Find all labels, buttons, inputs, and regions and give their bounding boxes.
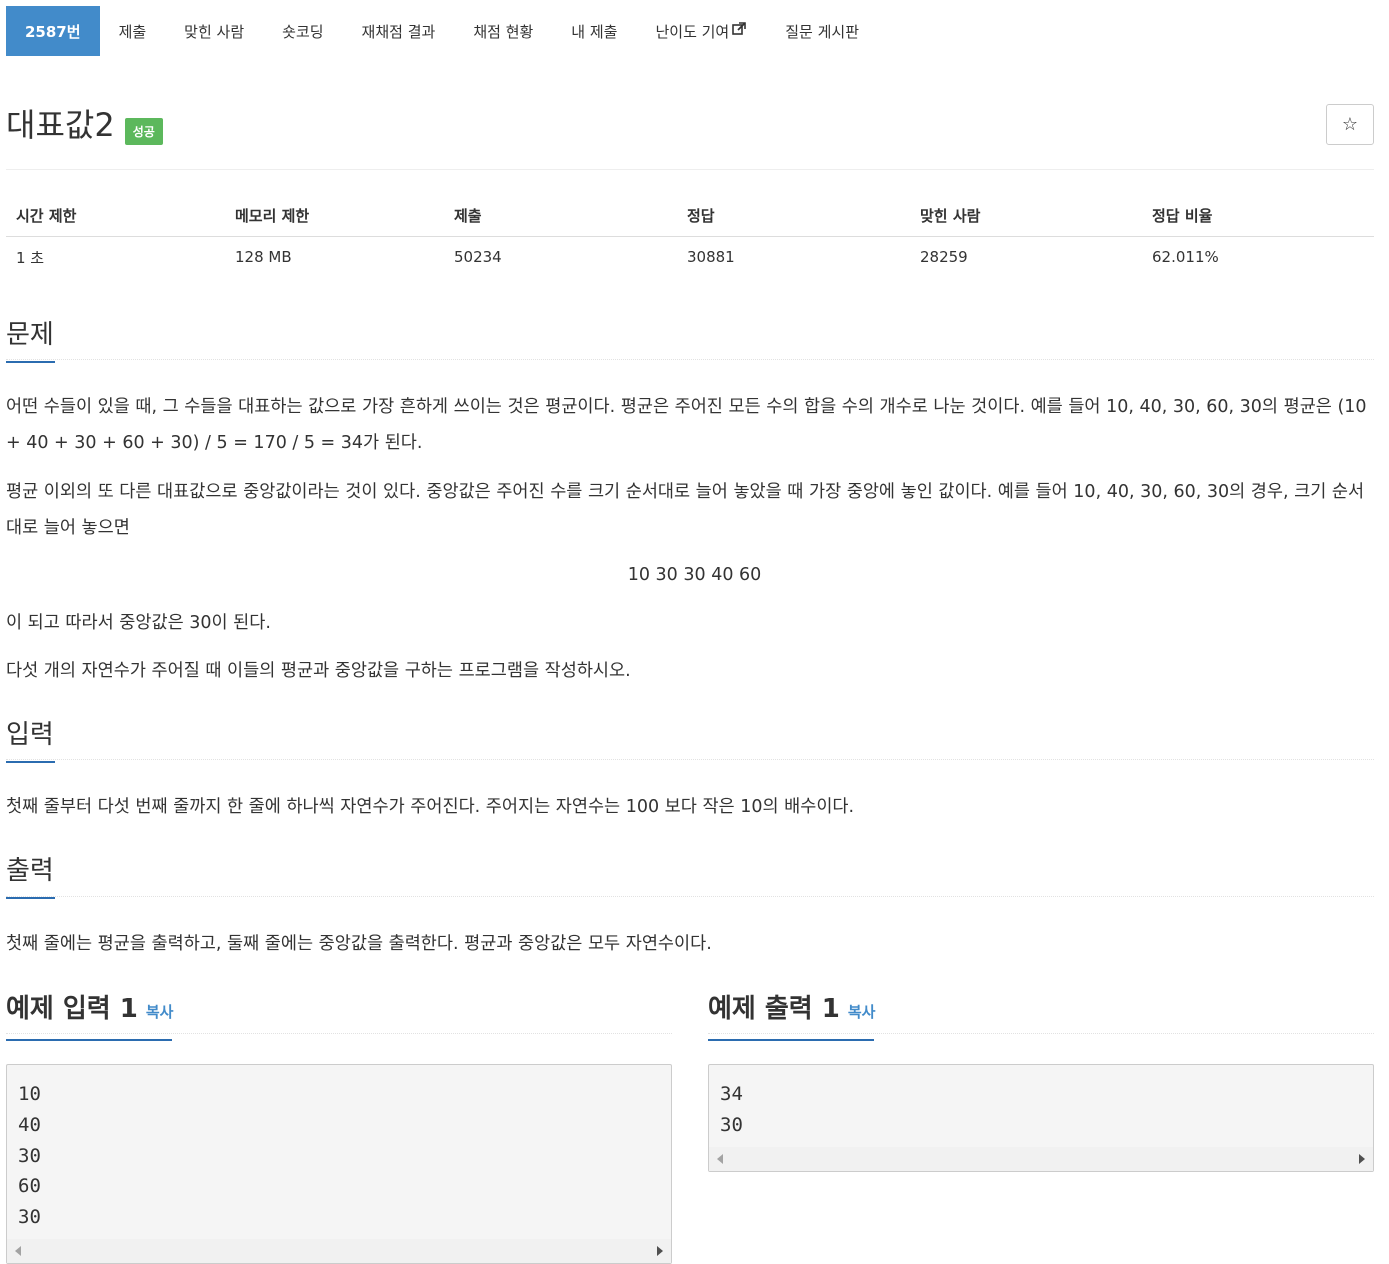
header-submissions: 제출	[444, 195, 677, 237]
accept-ratio-value: 62.011%	[1152, 248, 1219, 267]
problem-info-table: 시간 제한 메모리 제한 제출 정답 맞힌 사람 정답 비율 1 초 128 M…	[6, 195, 1374, 278]
section-underline	[6, 897, 55, 899]
code-line: 34	[720, 1083, 743, 1105]
memory-limit-value: 128 MB	[235, 248, 292, 267]
section-divider	[6, 896, 1374, 897]
tab-label: 내 제출	[571, 22, 618, 41]
code-line: 30	[18, 1206, 41, 1229]
sorted-numbers-line: 10 30 30 40 60	[627, 565, 762, 585]
accepted-value: 30881	[687, 248, 735, 267]
time-limit-value: 1 초	[16, 248, 45, 267]
output-description: 첫째 줄에는 평균을 출력하고, 둘째 줄에는 중앙값을 출력한다. 평균과 중…	[6, 934, 712, 954]
section-divider	[6, 759, 1374, 760]
section-title-text: 문제	[6, 320, 54, 350]
tab-question-board[interactable]: 질문 게시판	[766, 6, 878, 56]
tab-label: 난이도 기여	[655, 22, 730, 41]
section-underline	[6, 761, 55, 763]
status-badge: 성공	[124, 117, 163, 145]
code-line: 10	[18, 1083, 41, 1105]
code-line: 30	[18, 1144, 41, 1167]
tab-judge-status[interactable]: 채점 현황	[454, 6, 552, 56]
section-underline	[708, 1039, 874, 1041]
section-divider	[708, 1033, 1374, 1034]
sample-output-title: 예제 출력 1 복사	[708, 988, 876, 1041]
problem-title-row: 대표값2 성공	[6, 104, 163, 146]
sample-title-text: 예제 입력 1	[6, 994, 138, 1024]
favorite-star-button[interactable]: ☆	[1326, 104, 1374, 145]
tab-label: 질문 게시판	[785, 22, 860, 41]
header-memory-limit: 메모리 제한	[225, 195, 444, 237]
section-underline	[6, 1039, 172, 1041]
table-row: 1 초 128 MB 50234 30881 28259 62.011%	[6, 236, 1374, 278]
problem-paragraph-1: 어떤 수들이 있을 때, 그 수들을 대표하는 값으로 가장 흔하게 쓰이는 것…	[6, 397, 1367, 453]
header-accept-ratio: 정답 비율	[1142, 195, 1374, 237]
external-link-icon	[732, 22, 747, 40]
tab-short-coding[interactable]: 숏코딩	[263, 6, 342, 56]
problem-paragraph-2: 평균 이외의 또 다른 대표값으로 중앙값이라는 것이 있다. 중앙값은 주어진…	[6, 482, 1365, 538]
sample-title-text: 예제 출력 1	[708, 994, 840, 1024]
title-divider	[6, 169, 1374, 170]
code-line: 40	[18, 1113, 41, 1136]
tab-label: 채점 현황	[473, 22, 534, 41]
input-section-title: 입력	[6, 714, 55, 763]
tab-submit[interactable]: 제출	[100, 6, 166, 56]
copy-input-link[interactable]: 복사	[146, 1003, 174, 1021]
horizontal-scrollbar[interactable]	[709, 1147, 1373, 1171]
problem-paragraph-4: 다섯 개의 자연수가 주어질 때 이들의 평균과 중앙값을 구하는 프로그램을 …	[6, 661, 631, 681]
scroll-left-icon[interactable]	[717, 1154, 723, 1164]
horizontal-scrollbar[interactable]	[7, 1239, 671, 1263]
tab-label: 재채점 결과	[361, 22, 436, 41]
section-underline	[6, 361, 55, 363]
header-solved-users: 맞힌 사람	[910, 195, 1142, 237]
sample-output-lines: 34 30	[709, 1065, 1373, 1141]
section-title-text: 출력	[6, 856, 54, 886]
tab-label: 숏코딩	[282, 22, 324, 41]
copy-output-link[interactable]: 복사	[848, 1003, 876, 1021]
section-divider	[6, 359, 1374, 360]
tab-label: 맞힌 사람	[184, 22, 245, 41]
submissions-value: 50234	[454, 248, 502, 267]
code-line: 30	[720, 1113, 743, 1136]
sample-input-box[interactable]: 10 40 30 60 30	[6, 1064, 672, 1264]
problem-section-title: 문제	[6, 314, 55, 363]
tab-difficulty-contribution[interactable]: 난이도 기여	[636, 6, 766, 56]
output-section-title: 출력	[6, 850, 55, 899]
sample-input-lines: 10 40 30 60 30	[7, 1065, 671, 1233]
scroll-left-icon[interactable]	[15, 1246, 21, 1256]
solved-users-value: 28259	[920, 248, 968, 267]
section-divider	[6, 1033, 672, 1034]
section-title-text: 입력	[6, 720, 54, 750]
table-header-row: 시간 제한 메모리 제한 제출 정답 맞힌 사람 정답 비율	[6, 195, 1374, 237]
star-icon: ☆	[1341, 114, 1359, 135]
tab-solved-users[interactable]: 맞힌 사람	[165, 6, 263, 56]
scroll-right-icon[interactable]	[1359, 1154, 1365, 1164]
header-accepted: 정답	[677, 195, 910, 237]
page-title: 대표값2	[6, 106, 115, 144]
input-description: 첫째 줄부터 다섯 번째 줄까지 한 줄에 하나씩 자연수가 주어진다. 주어지…	[6, 797, 855, 817]
sample-output-box[interactable]: 34 30	[708, 1064, 1374, 1172]
sample-input-title: 예제 입력 1 복사	[6, 988, 174, 1041]
problem-tabs: 2587번 제출 맞힌 사람 숏코딩 재채점 결과 채점 현황 내 제출 난이도…	[6, 6, 878, 56]
tab-label: 2587번	[25, 22, 81, 41]
tab-rejudge-results[interactable]: 재채점 결과	[343, 6, 455, 56]
tab-my-submissions[interactable]: 내 제출	[552, 6, 636, 56]
header-time-limit: 시간 제한	[6, 195, 225, 237]
problem-paragraph-3: 이 되고 따라서 중앙값은 30이 된다.	[6, 613, 271, 633]
tab-problem[interactable]: 2587번	[6, 6, 100, 56]
scroll-right-icon[interactable]	[657, 1246, 663, 1256]
tab-label: 제출	[118, 22, 147, 41]
code-line: 60	[18, 1175, 41, 1198]
